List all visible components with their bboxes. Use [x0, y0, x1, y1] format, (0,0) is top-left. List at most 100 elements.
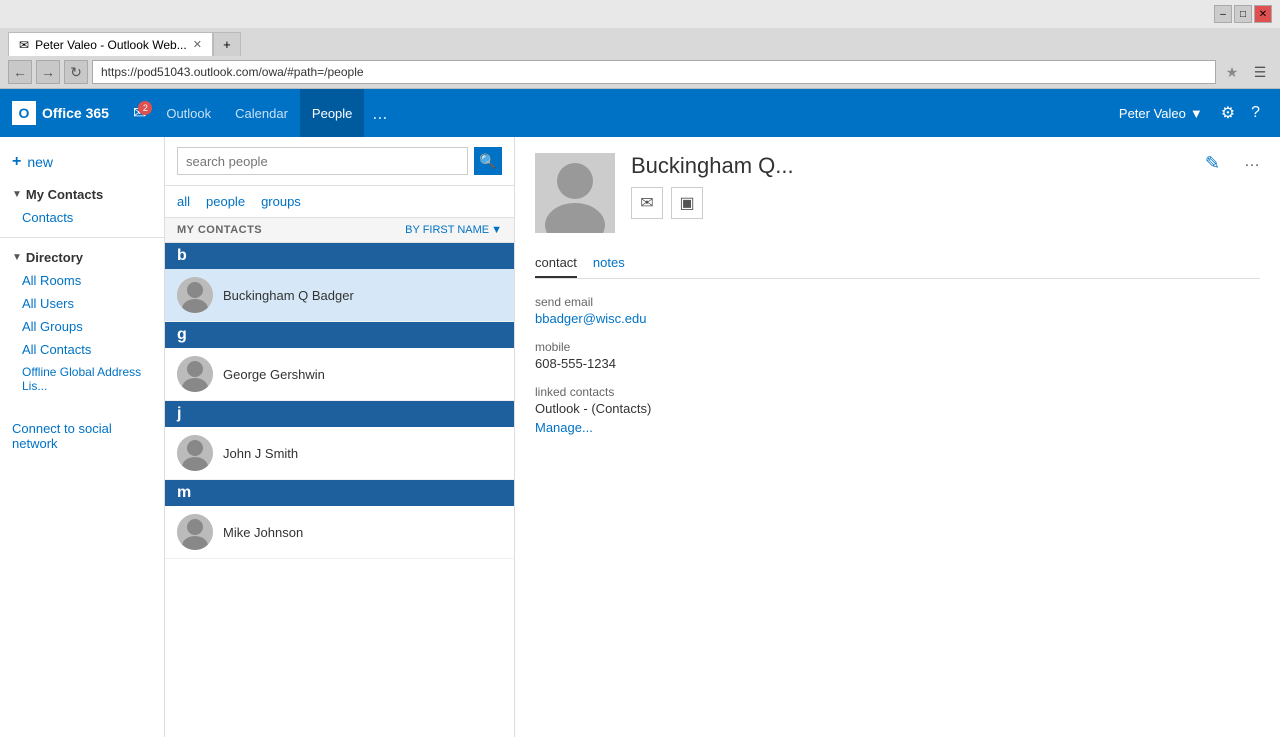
new-contact-btn[interactable]: + new [0, 145, 164, 179]
sidebar: + new ▼ My Contacts Contacts ▼ Directory… [0, 137, 165, 737]
edit-btn[interactable]: ✎ [1205, 153, 1220, 174]
browser-menu-btn[interactable]: ☰ [1248, 60, 1272, 84]
address-input[interactable] [92, 60, 1216, 84]
sidebar-item-all-rooms[interactable]: All Rooms [0, 269, 164, 292]
brand-label: Office 365 [42, 105, 109, 121]
contact-item-mike[interactable]: Mike Johnson [165, 506, 514, 559]
favorites-btn[interactable]: ★ [1220, 60, 1244, 84]
tab-bar: ✉ Peter Valeo - Outlook Web... ✕ + [0, 28, 1280, 56]
contact-item-buckingham[interactable]: Buckingham Q Badger [165, 269, 514, 322]
filter-tabs: all people groups [165, 186, 514, 218]
sidebar-item-all-users[interactable]: All Users [0, 292, 164, 315]
avatar-buckingham [177, 277, 213, 313]
mobile-value: 608-555-1234 [535, 356, 1260, 371]
maximize-btn[interactable]: □ [1234, 5, 1252, 23]
avatar-john [177, 435, 213, 471]
linked-contacts-value: Outlook - (Contacts) [535, 401, 1260, 416]
minimize-btn[interactable]: – [1214, 5, 1232, 23]
collapse-icon-dir: ▼ [12, 252, 22, 263]
help-btn[interactable]: ? [1243, 104, 1268, 122]
tab-favicon: ✉ [19, 38, 29, 52]
tab-contact[interactable]: contact [535, 249, 577, 278]
directory-header[interactable]: ▼ Directory [0, 246, 164, 269]
filter-all[interactable]: all [177, 192, 190, 211]
top-nav: O Office 365 ✉ 2 Outlook Calendar People… [0, 89, 1280, 137]
browser-chrome: – □ ✕ ✉ Peter Valeo - Outlook Web... ✕ +… [0, 0, 1280, 89]
detail-panel: Buckingham Q... ✉ ▣ ✎ … contact notes se… [515, 137, 1280, 737]
back-btn[interactable]: ← [8, 60, 32, 84]
directory-section: ▼ Directory All Rooms All Users All Grou… [0, 246, 164, 397]
sort-chevron-icon: ▼ [491, 224, 502, 236]
main-content: + new ▼ My Contacts Contacts ▼ Directory… [0, 137, 1280, 737]
more-action-btn[interactable]: ▣ [671, 187, 703, 219]
nav-link-people[interactable]: People [300, 89, 364, 137]
detail-name: Buckingham Q... [631, 153, 1189, 179]
nav-link-calendar[interactable]: Calendar [223, 89, 300, 137]
letter-group-g: g [165, 322, 514, 348]
contact-name-buckingham: Buckingham Q Badger [223, 288, 354, 303]
search-bar: 🔍 [165, 137, 514, 186]
active-tab[interactable]: ✉ Peter Valeo - Outlook Web... ✕ [8, 32, 213, 56]
user-name: Peter Valeo [1119, 106, 1186, 121]
sidebar-item-offline-gal[interactable]: Offline Global Address Lis... [0, 361, 164, 397]
tab-title: Peter Valeo - Outlook Web... [35, 38, 187, 52]
collapse-icon: ▼ [12, 189, 22, 200]
app: O Office 365 ✉ 2 Outlook Calendar People… [0, 89, 1280, 737]
title-bar: – □ ✕ [0, 0, 1280, 28]
my-contacts-header[interactable]: ▼ My Contacts [0, 183, 164, 206]
linked-contacts-field: linked contacts Outlook - (Contacts) Man… [535, 385, 1260, 435]
nav-more-btn[interactable]: ... [364, 103, 395, 124]
nav-link-outlook[interactable]: Outlook [154, 89, 223, 137]
email-action-btn[interactable]: ✉ [631, 187, 663, 219]
manage-link[interactable]: Manage... [535, 420, 1260, 435]
contact-item-george[interactable]: George Gershwin [165, 348, 514, 401]
refresh-btn[interactable]: ↻ [64, 60, 88, 84]
office-logo-icon: O [12, 101, 36, 125]
detail-header: Buckingham Q... ✉ ▣ ✎ … [535, 153, 1260, 233]
detail-name-area: Buckingham Q... ✉ ▣ [631, 153, 1189, 219]
avatar-mike [177, 514, 213, 550]
send-email-label: send email [535, 295, 1260, 309]
sidebar-item-all-contacts[interactable]: All Contacts [0, 338, 164, 361]
avatar-george [177, 356, 213, 392]
user-menu-btn[interactable]: Peter Valeo ▼ [1109, 106, 1213, 121]
sidebar-item-all-groups[interactable]: All Groups [0, 315, 164, 338]
letter-group-j: j [165, 401, 514, 427]
new-label: new [27, 154, 53, 170]
contact-list-panel: 🔍 all people groups MY CONTACTS BY FIRST… [165, 137, 515, 737]
contact-item-john[interactable]: John J Smith [165, 427, 514, 480]
new-tab-btn[interactable]: + [213, 32, 241, 56]
sidebar-item-contacts[interactable]: Contacts [0, 206, 164, 229]
tab-notes[interactable]: notes [593, 249, 625, 278]
detail-actions: ✉ ▣ [631, 187, 1189, 219]
mail-icon-btn[interactable]: ✉ 2 [125, 99, 154, 127]
my-contacts-label: My Contacts [26, 187, 103, 202]
filter-groups[interactable]: groups [261, 192, 301, 211]
search-input[interactable] [177, 147, 468, 175]
user-dropdown-icon: ▼ [1190, 106, 1203, 121]
detail-more-options-btn[interactable]: … [1244, 153, 1260, 171]
connect-social-btn[interactable]: Connect to social network [0, 413, 164, 459]
sort-btn[interactable]: BY FIRST NAME ▼ [405, 224, 502, 236]
contact-name-mike: Mike Johnson [223, 525, 303, 540]
sidebar-divider [0, 237, 164, 238]
contact-list-header: MY CONTACTS BY FIRST NAME ▼ [165, 218, 514, 243]
linked-contacts-label: linked contacts [535, 385, 1260, 399]
letter-group-m: m [165, 480, 514, 506]
directory-label: Directory [26, 250, 83, 265]
sort-label: BY FIRST NAME [405, 224, 489, 236]
mobile-label: mobile [535, 340, 1260, 354]
filter-people[interactable]: people [206, 192, 245, 211]
tab-close-btn[interactable]: ✕ [193, 38, 202, 51]
contact-name-john: John J Smith [223, 446, 298, 461]
detail-tabs: contact notes [535, 249, 1260, 279]
letter-group-b: b [165, 243, 514, 269]
close-btn[interactable]: ✕ [1254, 5, 1272, 23]
send-email-value[interactable]: bbadger@wisc.edu [535, 311, 1260, 326]
search-button[interactable]: 🔍 [474, 147, 502, 175]
forward-btn[interactable]: → [36, 60, 60, 84]
my-contacts-header-label: MY CONTACTS [177, 224, 262, 236]
office-logo: O Office 365 [12, 101, 109, 125]
settings-btn[interactable]: ⚙ [1213, 103, 1243, 123]
detail-avatar [535, 153, 615, 233]
